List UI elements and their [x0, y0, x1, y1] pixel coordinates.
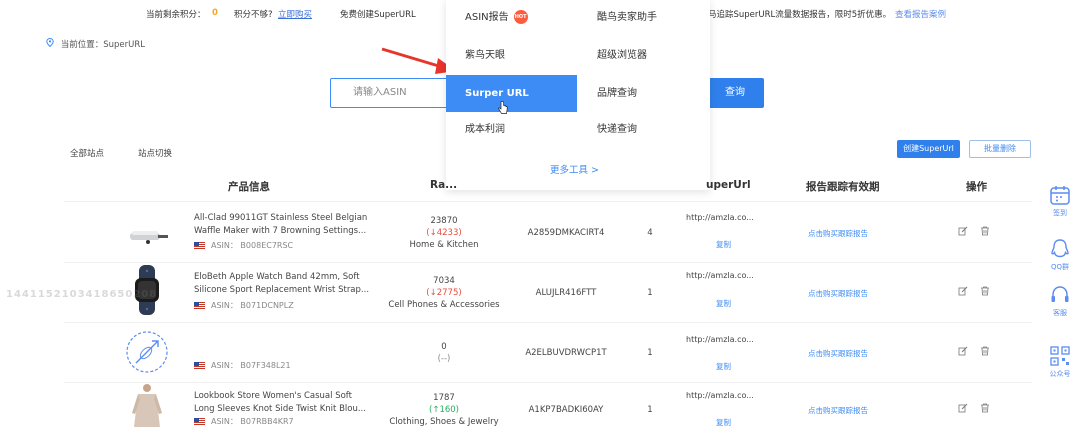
edit-icon[interactable]: [958, 226, 968, 236]
delete-icon[interactable]: [980, 403, 990, 413]
delete-icon[interactable]: [980, 346, 990, 356]
edit-icon[interactable]: [958, 346, 968, 356]
edit-icon[interactable]: [958, 286, 968, 296]
product-title[interactable]: EloBeth Apple Watch Band 42mm, Soft Sili…: [194, 271, 374, 297]
view-sample-link[interactable]: 查看报告案例: [895, 8, 946, 20]
location-pin-icon: [46, 37, 54, 48]
sidebar-customer-service[interactable]: 客服: [1040, 284, 1080, 318]
menu-item-tianyan[interactable]: 紫鸟天眼: [465, 46, 505, 66]
buy-report-link[interactable]: 点击购买跟踪报告: [808, 288, 868, 299]
product-image-blouse: [132, 384, 162, 427]
promo-text: 马追踪SuperURL流量数据报告，限时5折优惠。: [708, 10, 892, 20]
asin-search-input[interactable]: 请输入ASIN: [330, 78, 450, 108]
us-flag-icon: [194, 418, 205, 425]
edit-icon[interactable]: [958, 403, 968, 413]
product-asin: ASIN： B07F348L21: [194, 360, 291, 371]
delete-icon[interactable]: [980, 226, 990, 236]
menu-item-brand-query[interactable]: 品牌查询: [597, 84, 637, 104]
product-image-waffle-maker: [130, 231, 168, 244]
sidebar-qq-group[interactable]: QQ群: [1040, 238, 1080, 272]
qr-code-icon: [1050, 346, 1070, 366]
product-asin: ASIN： B07RBB4KR7: [194, 416, 294, 427]
count: 1: [647, 348, 653, 358]
menu-item-super-url[interactable]: Surper URL: [446, 75, 577, 112]
credits-label: 当前剩余积分：: [146, 10, 206, 20]
headset-icon: [1051, 286, 1069, 302]
query-button[interactable]: 查询: [706, 78, 764, 108]
menu-item-seller-assistant[interactable]: 酷鸟卖家助手: [597, 8, 657, 28]
asin-code: ALUJLR416FTT: [535, 288, 597, 298]
product-image-placeholder: [126, 331, 168, 373]
copy-link[interactable]: 复制: [716, 239, 731, 250]
copy-link[interactable]: 复制: [716, 361, 731, 372]
menu-item-super-browser[interactable]: 超级浏览器: [597, 46, 647, 66]
copy-link[interactable]: 复制: [716, 298, 731, 309]
hand-cursor-icon: [498, 101, 508, 114]
buy-now-link[interactable]: 立即购买: [278, 8, 312, 20]
buy-report-link[interactable]: 点击购买跟踪报告: [808, 405, 868, 416]
watermark-text: 1441152103418650208: [6, 289, 158, 300]
asin-code: A2859DMKACIRT4: [527, 228, 605, 238]
header-tracking: 报告跟踪有效期: [806, 181, 880, 193]
us-flag-icon: [194, 242, 205, 249]
sidebar-official-account[interactable]: 公众号: [1040, 345, 1080, 379]
us-flag-icon: [194, 362, 205, 369]
free-create-text: 免费创建SuperURL: [340, 10, 416, 20]
qq-icon: [1051, 239, 1069, 258]
header-product: 产品信息: [228, 181, 270, 193]
superurl-value: http://amzla.co...: [686, 335, 754, 344]
asin-code: A1KP7BADKI60AY: [528, 405, 604, 415]
all-sites-filter[interactable]: 全部站点: [70, 147, 104, 159]
rank-cell: 0 (--): [437, 342, 451, 364]
create-superurl-button[interactable]: 创建SuperUrl: [897, 140, 960, 158]
breadcrumb: 当前位置：SuperURL: [46, 37, 145, 50]
count: 4: [647, 228, 653, 238]
menu-item-cost-profit[interactable]: 成本利润: [465, 120, 505, 140]
header-rank: Ra...: [430, 179, 458, 191]
count: 1: [647, 405, 653, 415]
batch-delete-button[interactable]: 批量删除: [969, 140, 1031, 158]
rank-cell: 23870 (↓4233) Home & Kitchen: [409, 216, 479, 250]
table-row: Lookbook Store Women's Casual Soft Long …: [64, 383, 1032, 427]
menu-item-asin-report[interactable]: ASIN报告 HOT: [465, 8, 528, 28]
hot-badge-icon: HOT: [513, 10, 528, 24]
superurl-value: http://amzla.co...: [686, 213, 754, 222]
superurl-value: http://amzla.co...: [686, 271, 754, 280]
table-row: ASIN： B07F348L21 0 (--) A2ELBUVDRWCP1T 1…: [64, 323, 1032, 383]
us-flag-icon: [194, 302, 205, 309]
product-asin: ASIN： B008EC7RSC: [194, 240, 293, 251]
table-row: All-Clad 99011GT Stainless Steel Belgian…: [64, 203, 1032, 263]
not-enough-text: 积分不够?: [234, 10, 273, 20]
table-row: EloBeth Apple Watch Band 42mm, Soft Sili…: [64, 263, 1032, 323]
product-title[interactable]: Lookbook Store Women's Casual Soft Long …: [194, 390, 374, 416]
asin-code: A2ELBUVDRWCP1T: [525, 348, 607, 358]
rank-cell: 1787 (↑160) Clothing, Shoes & Jewelry: [389, 393, 499, 427]
tools-dropdown-menu: ASIN报告 HOT 酷鸟卖家助手 紫鸟天眼 超级浏览器 Surper URL 品…: [446, 0, 710, 190]
product-asin: ASIN： B071DCNPLZ: [194, 300, 294, 311]
credits-value: 0: [212, 8, 218, 18]
header-ops: 操作: [966, 181, 987, 193]
table-header: 产品信息 Ra... uperUrl 报告跟踪有效期 操作: [64, 170, 1032, 202]
rank-cell: 7034 (↓2775) Cell Phones & Accessories: [388, 276, 500, 310]
superurl-value: http://amzla.co...: [686, 391, 754, 400]
header-superurl: uperUrl: [706, 179, 751, 191]
product-title[interactable]: All-Clad 99011GT Stainless Steel Belgian…: [194, 212, 374, 238]
calendar-icon: [1050, 186, 1070, 205]
copy-link[interactable]: 复制: [716, 417, 731, 427]
count: 1: [647, 288, 653, 298]
sidebar-checkin[interactable]: 签到: [1040, 184, 1080, 218]
breadcrumb-text: 当前位置：SuperURL: [60, 40, 145, 50]
buy-report-link[interactable]: 点击购买跟踪报告: [808, 228, 868, 239]
buy-report-link[interactable]: 点击购买跟踪报告: [808, 348, 868, 359]
switch-site-filter[interactable]: 站点切换: [138, 147, 172, 159]
delete-icon[interactable]: [980, 286, 990, 296]
menu-item-express-query[interactable]: 快递查询: [597, 120, 637, 140]
